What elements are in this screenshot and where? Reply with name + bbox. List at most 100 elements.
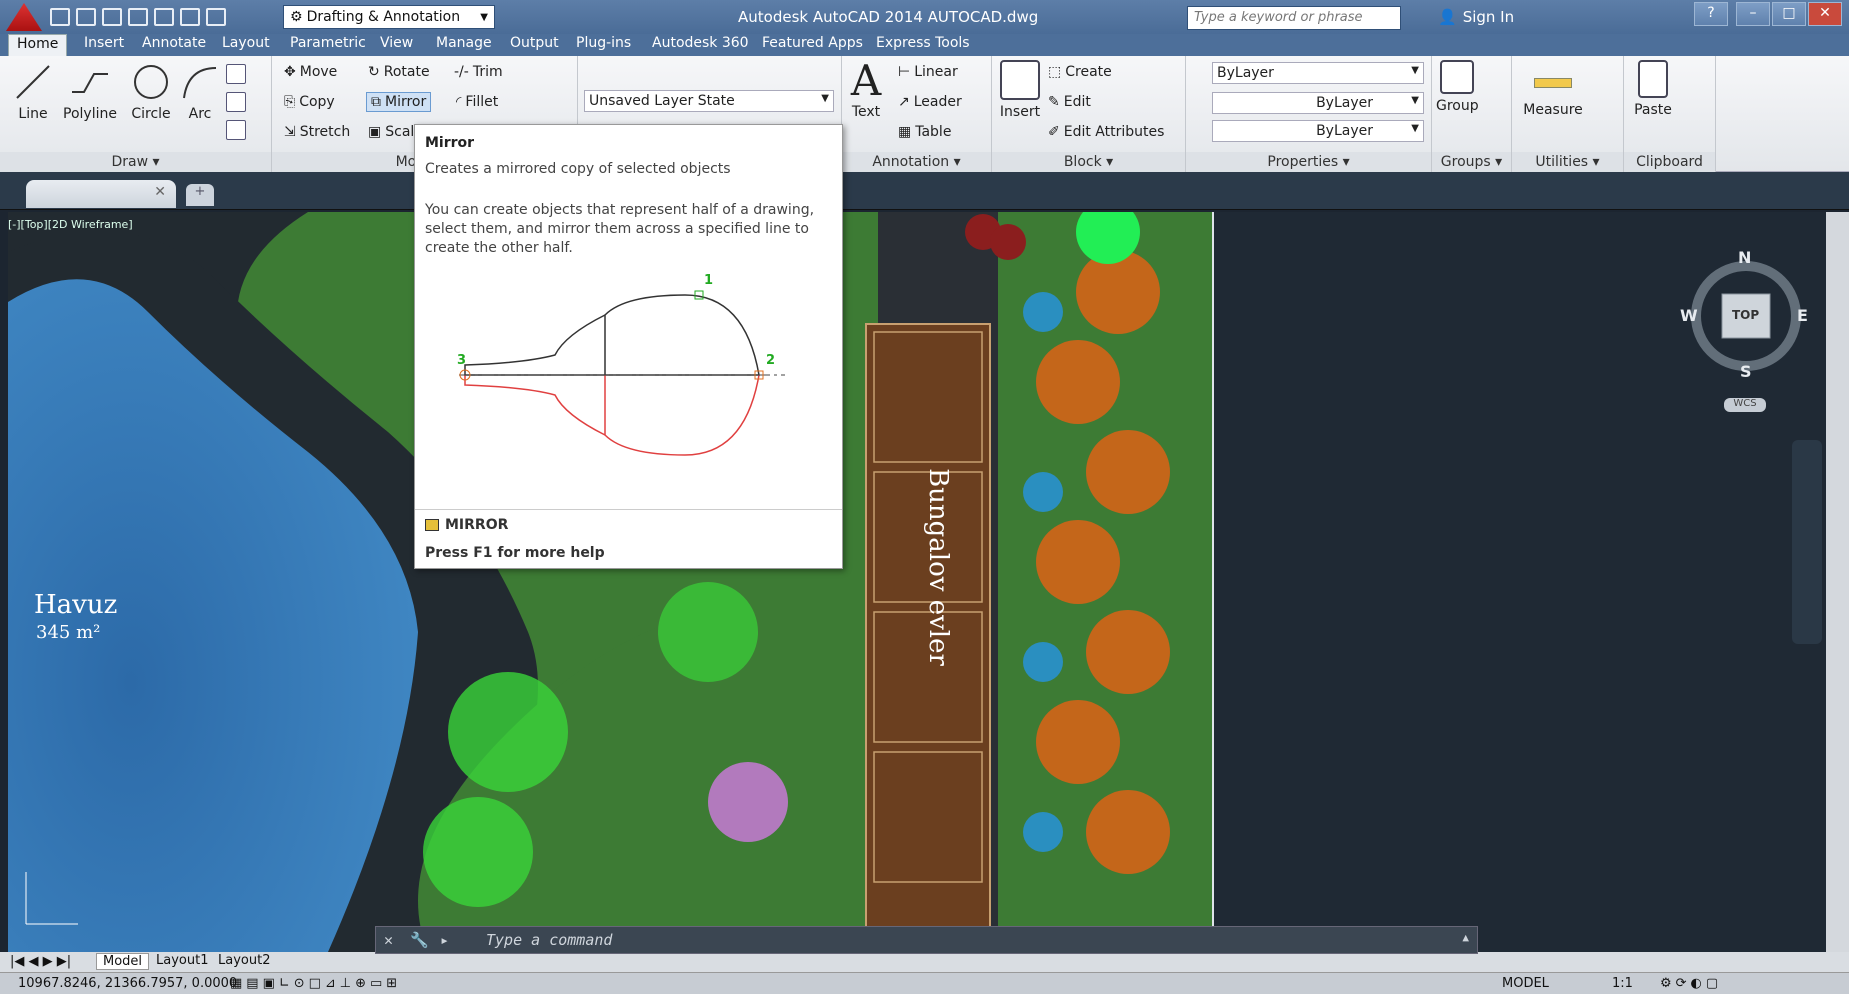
viewcube-top-face[interactable]: TOP xyxy=(1732,308,1759,322)
undo-icon[interactable] xyxy=(180,8,200,26)
group-button[interactable]: Group xyxy=(1436,60,1479,114)
tab-manage[interactable]: Manage xyxy=(428,34,500,56)
title-bar: ⚙ Drafting & Annotation ▼ Autodesk AutoC… xyxy=(0,0,1849,34)
tab-home[interactable]: Home xyxy=(8,34,68,56)
rotate-button[interactable]: ↻ Rotate xyxy=(368,64,430,80)
new-icon[interactable] xyxy=(50,8,70,26)
model-space-button[interactable]: MODEL xyxy=(1502,976,1549,991)
redo-icon[interactable] xyxy=(206,8,226,26)
wcs-menu[interactable]: WCS xyxy=(1724,398,1766,412)
maximize-button[interactable]: □ xyxy=(1772,2,1806,26)
paste-button[interactable]: Paste xyxy=(1628,60,1678,118)
copy-button[interactable]: ⎘ Copy xyxy=(284,94,335,110)
close-command-icon[interactable]: ✕ xyxy=(384,931,393,949)
new-tab-button[interactable]: + xyxy=(186,184,214,206)
command-input[interactable]: Type a command xyxy=(486,931,612,949)
sign-in-button[interactable]: 👤 Sign In xyxy=(1438,8,1514,26)
region-icon xyxy=(226,120,246,140)
tab-annotate[interactable]: Annotate xyxy=(134,34,214,56)
circle-button[interactable]: Circle xyxy=(124,62,178,122)
tab-parametric[interactable]: Parametric xyxy=(282,34,374,56)
tab-view[interactable]: View xyxy=(372,34,421,56)
stretch-icon: ⇲ xyxy=(284,124,296,140)
leader-button[interactable]: ↗ Leader xyxy=(898,94,962,110)
save-icon[interactable] xyxy=(102,8,122,26)
drawing-canvas[interactable]: Havuz 345 m² Bungalov evler xyxy=(8,212,1826,952)
tab-model[interactable]: Model xyxy=(96,953,150,970)
trim-button[interactable]: -/- Trim xyxy=(454,64,503,80)
expand-history-icon[interactable]: ▲ xyxy=(1462,931,1469,944)
draw-panel-title[interactable]: Draw ▾ xyxy=(0,152,271,172)
tab-output[interactable]: Output xyxy=(502,34,567,56)
compass-west[interactable]: W xyxy=(1680,306,1698,325)
drawing-tab[interactable]: ✕ xyxy=(26,180,176,208)
stretch-label: Stretch xyxy=(299,124,351,140)
open-icon[interactable] xyxy=(76,8,96,26)
navigation-bar[interactable] xyxy=(1792,440,1822,644)
line-icon xyxy=(16,65,50,99)
wrench-icon[interactable]: 🔧 xyxy=(410,931,429,949)
compass-south[interactable]: S xyxy=(1740,362,1752,381)
command-line[interactable]: ✕ 🔧 ▸ Type a command ▲ xyxy=(375,926,1478,954)
table-button[interactable]: ▦ Table xyxy=(898,124,951,140)
chevron-down-icon: ▼ xyxy=(1411,95,1419,106)
annotation-panel-title[interactable]: Annotation ▾ xyxy=(842,152,991,172)
annotation-scale[interactable]: 1:1 xyxy=(1612,976,1633,991)
search-input[interactable]: Type a keyword or phrase xyxy=(1187,6,1401,30)
measure-button[interactable]: Measure xyxy=(1518,64,1588,118)
block-panel-title[interactable]: Block ▾ xyxy=(992,152,1185,172)
utilities-panel-title[interactable]: Utilities ▾ xyxy=(1512,152,1623,172)
polyline-button[interactable]: Polyline xyxy=(58,62,122,122)
help-button[interactable]: ? xyxy=(1694,2,1728,26)
tab-autodesk360[interactable]: Autodesk 360 xyxy=(644,34,757,56)
properties-panel-title[interactable]: Properties ▾ xyxy=(1186,152,1431,172)
close-button[interactable]: ✕ xyxy=(1808,2,1842,26)
line-button[interactable]: Line xyxy=(10,62,56,122)
create-block-button[interactable]: ⬚ Create xyxy=(1048,64,1112,80)
tooltip-body: You can create objects that represent ha… xyxy=(425,202,815,256)
tab-plugins[interactable]: Plug-ins xyxy=(568,34,639,56)
stretch-button[interactable]: ⇲ Stretch xyxy=(284,124,350,140)
compass-east[interactable]: E xyxy=(1797,306,1808,325)
region-button[interactable] xyxy=(226,120,246,140)
print-icon[interactable] xyxy=(154,8,174,26)
save-as-icon[interactable] xyxy=(128,8,148,26)
compass-north[interactable]: N xyxy=(1738,248,1751,267)
tab-featured-apps[interactable]: Featured Apps xyxy=(754,34,871,56)
workspace-dropdown[interactable]: ⚙ Drafting & Annotation ▼ xyxy=(283,5,495,29)
move-icon: ✥ xyxy=(284,64,296,80)
edit-block-button[interactable]: ✎ Edit xyxy=(1048,94,1091,110)
viewcube[interactable]: N S E W TOP WCS xyxy=(1680,248,1820,412)
tab-insert[interactable]: Insert xyxy=(76,34,132,56)
autocad-logo-icon[interactable] xyxy=(6,3,42,31)
insert-button[interactable]: Insert xyxy=(996,60,1044,120)
close-tab-icon[interactable]: ✕ xyxy=(154,184,166,200)
command-prompt-icon[interactable]: ▸ xyxy=(440,931,449,949)
linear-button[interactable]: ⊢ Linear xyxy=(898,64,958,80)
hatch-icon xyxy=(226,92,246,112)
color-combo[interactable]: ByLayer ▼ xyxy=(1212,62,1424,84)
fillet-button[interactable]: ◜ Fillet xyxy=(456,94,498,110)
mirror-button[interactable]: ⧉ Mirror xyxy=(366,92,432,112)
lineweight-combo[interactable]: ByLayer ▼ xyxy=(1212,120,1424,142)
vertical-scrollbar[interactable] xyxy=(1826,212,1849,952)
groups-panel-title[interactable]: Groups ▾ xyxy=(1432,152,1511,172)
drafting-toggles[interactable]: ▦▤▣∟⊙□⊿⊥⊕▭⊞ xyxy=(230,976,401,991)
tab-layout2[interactable]: Layout2 xyxy=(212,953,276,968)
layout-nav-arrows[interactable]: |◀ ◀ ▶ ▶| xyxy=(10,954,71,969)
rectangle-button[interactable] xyxy=(226,64,246,84)
arc-button[interactable]: Arc xyxy=(178,62,222,122)
minimize-button[interactable]: – xyxy=(1736,2,1770,26)
status-bar: 10967.8246, 21366.7957, 0.0000 ▦▤▣∟⊙□⊿⊥⊕… xyxy=(0,972,1849,994)
linetype-combo[interactable]: ByLayer ▼ xyxy=(1212,92,1424,114)
tab-layout1[interactable]: Layout1 xyxy=(150,953,214,968)
edit-attributes-button[interactable]: ✐ Edit Attributes xyxy=(1048,124,1164,140)
text-button[interactable]: A Text xyxy=(844,58,888,121)
move-button[interactable]: ✥ Move xyxy=(284,64,337,80)
tab-express-tools[interactable]: Express Tools xyxy=(868,34,978,56)
tab-layout[interactable]: Layout xyxy=(214,34,278,56)
status-tray-icons[interactable]: ⚙⟳◐▢ xyxy=(1660,976,1722,991)
hatch-button[interactable] xyxy=(226,92,246,112)
layer-state-combo[interactable]: Unsaved Layer State ▼ xyxy=(584,90,834,112)
viewport-controls[interactable]: [-][Top][2D Wireframe] xyxy=(8,218,133,231)
